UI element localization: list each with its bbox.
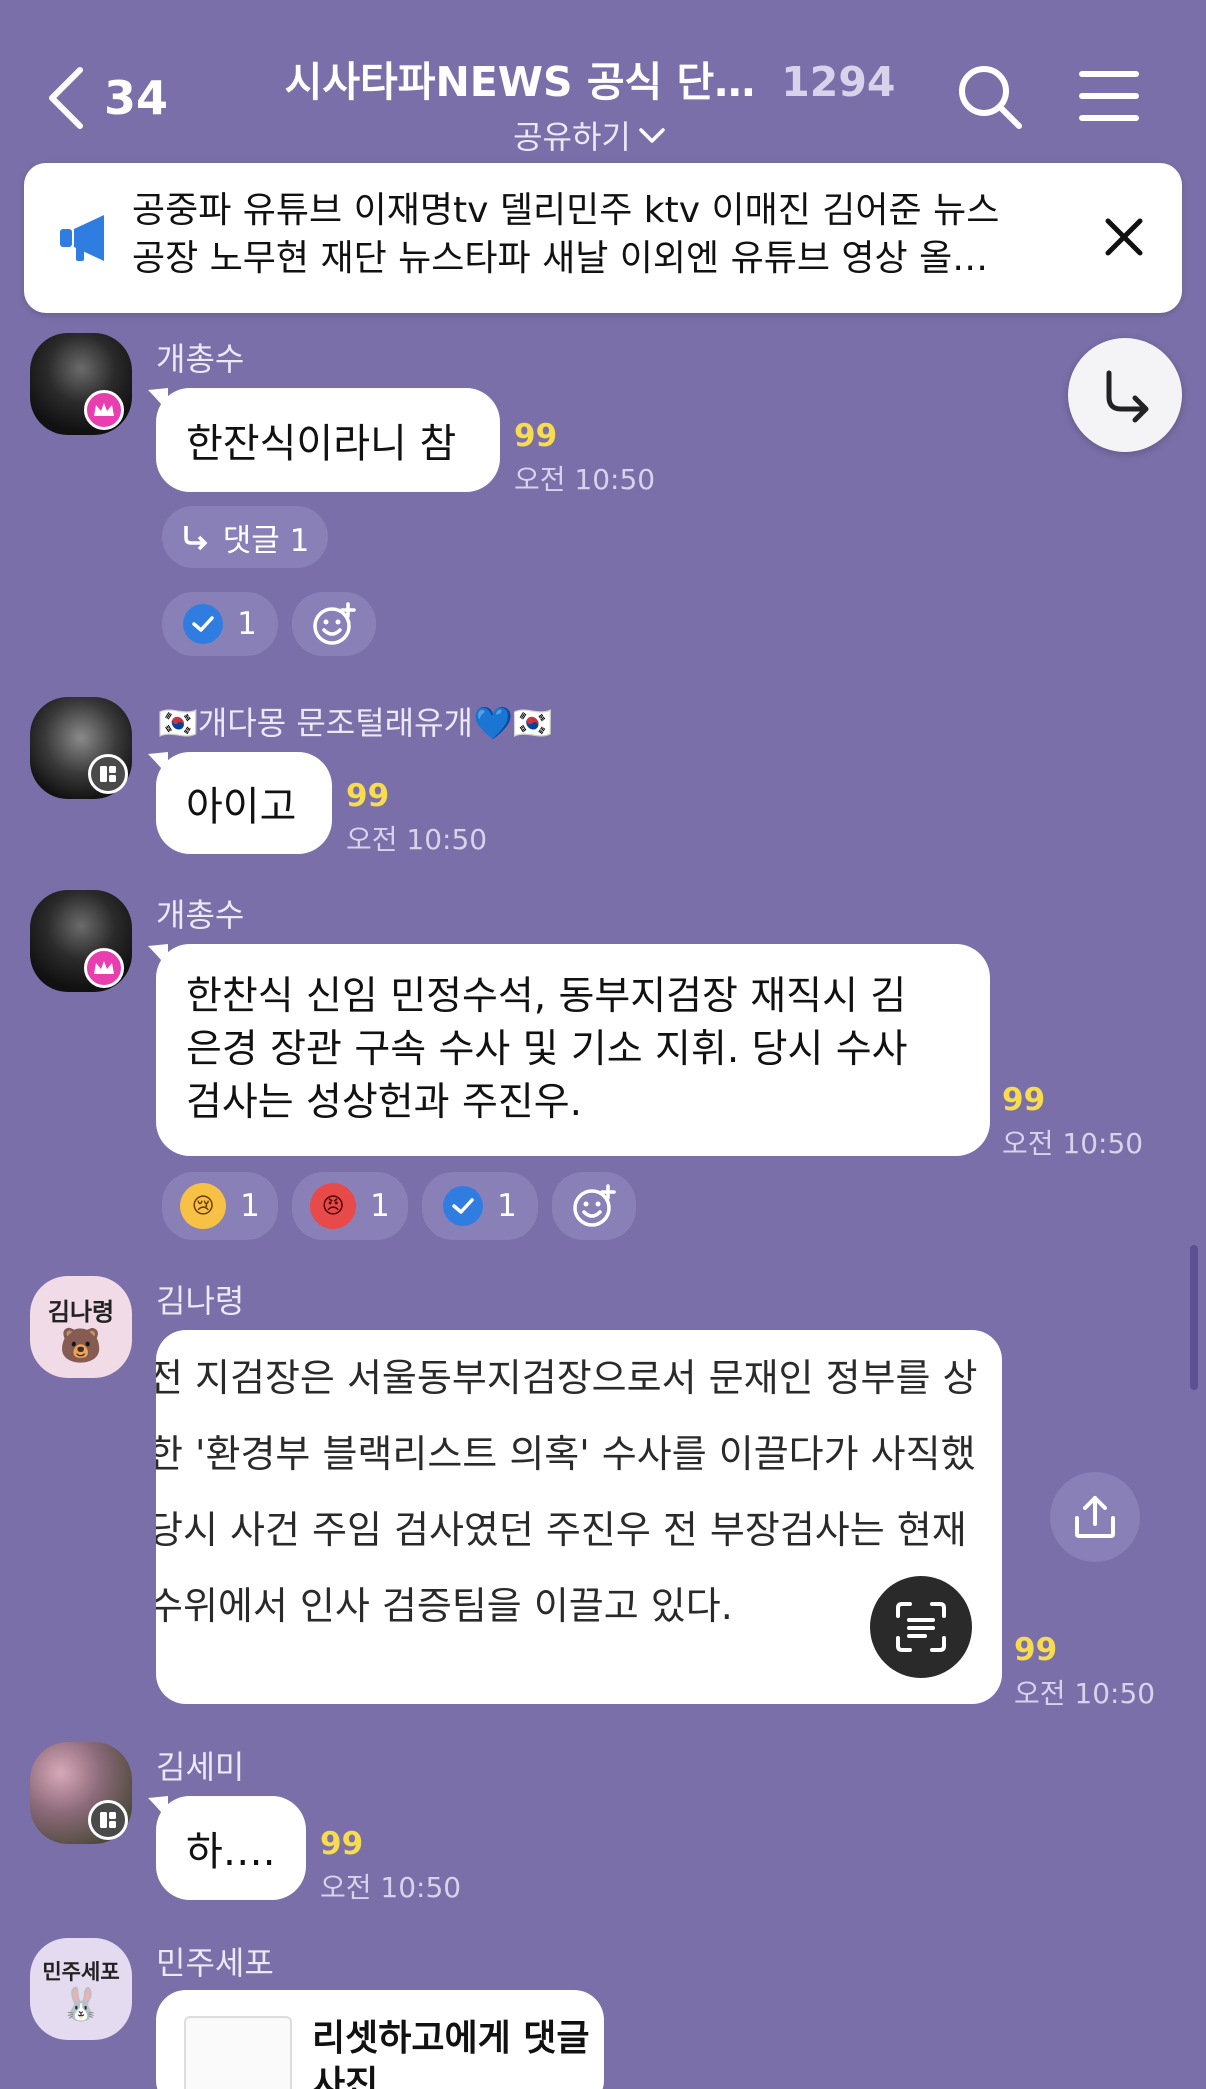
reaction-chip[interactable]: 1 xyxy=(422,1172,538,1240)
reply-arrow-icon xyxy=(183,526,208,551)
sender-name: 개총수 xyxy=(156,340,245,378)
reaction-count: 1 xyxy=(497,1188,517,1224)
message-line-3: 검사는 성상헌과 주진우. xyxy=(186,1080,582,1125)
notice-banner[interactable]: 공중파 유튜브 이재명tv 델리민주 ktv 이매진 김어준 뉴스 공장 노무현… xyxy=(24,163,1182,313)
avatar[interactable]: 김나령 🐻 xyxy=(30,1276,132,1378)
check-icon xyxy=(183,604,224,644)
reply-thread-button[interactable]: 댓글 1 xyxy=(162,506,328,568)
unread-count: 99 xyxy=(1002,1082,1046,1118)
message-text: 하…. xyxy=(186,1829,276,1875)
message-bubble[interactable]: 한잔식이라니 참 xyxy=(156,388,500,492)
member-count: 1294 xyxy=(781,58,896,106)
message-bubble[interactable]: 아이고 xyxy=(156,752,332,854)
crown-icon xyxy=(94,961,114,974)
chevron-down-icon xyxy=(639,128,665,143)
reaction-count: 1 xyxy=(237,606,257,642)
notice-text: 공중파 유튜브 이재명tv 델리민주 ktv 이매진 김어준 뉴스 공장 노무현… xyxy=(132,187,1102,283)
board-icon xyxy=(100,1812,116,1828)
close-icon[interactable] xyxy=(1102,215,1146,259)
text-scan-button[interactable] xyxy=(870,1576,972,1678)
unread-count: 99 xyxy=(320,1826,364,1862)
message-time: 오전 10:50 xyxy=(346,823,488,856)
reaction-chip[interactable]: 😢 1 xyxy=(162,1172,278,1240)
notice-line-1: 공중파 유튜브 이재명tv 델리민주 ktv 이매진 김어준 뉴스 xyxy=(132,190,1000,231)
board-icon xyxy=(100,766,116,782)
avatar-text: 민주세포 xyxy=(42,1960,120,1984)
card-title: 리셋하고에게 댓글 사진 xyxy=(312,2018,590,2089)
add-reaction-button[interactable] xyxy=(552,1172,636,1240)
message-text: 아이고 xyxy=(186,784,297,830)
text-scan-icon xyxy=(896,1602,946,1652)
search-icon[interactable] xyxy=(955,62,1025,132)
reply-count-label: 댓글 1 xyxy=(222,522,310,559)
sender-name: 김세미 xyxy=(156,1748,245,1786)
angry-face-icon: 😠 xyxy=(310,1183,357,1229)
avatar-text: 김나령 xyxy=(47,1298,115,1326)
unread-count: 99 xyxy=(514,418,558,454)
chat-title-area[interactable]: 시사타파NEWS 공식 단… 1294 공유하기 xyxy=(270,48,910,156)
message-time: 오전 10:50 xyxy=(514,463,656,496)
host-crown-badge xyxy=(84,948,124,988)
menu-icon[interactable] xyxy=(1078,66,1140,126)
sender-name: 민주세포 xyxy=(156,1944,274,1982)
message-text: 한잔식이라니 참 xyxy=(186,421,457,467)
crown-icon xyxy=(94,403,114,416)
profile-badge xyxy=(88,1800,128,1840)
scrollbar[interactable] xyxy=(1190,1245,1198,1390)
share-icon xyxy=(1075,1496,1115,1538)
unread-room-count: 34 xyxy=(104,71,169,125)
image-line-1: 전 지검장은 서울동부지검장으로서 문재인 정부를 상 xyxy=(156,1356,978,1400)
image-line-3: 당시 사건 주임 검사였던 주진우 전 부장검사는 현재 xyxy=(156,1508,967,1552)
unread-count: 99 xyxy=(1014,1632,1058,1668)
share-image-button[interactable] xyxy=(1050,1472,1140,1562)
check-icon xyxy=(443,1186,484,1226)
unread-count: 99 xyxy=(346,778,390,814)
message-bubble[interactable]: 한찬식 신임 민정수석, 동부지검장 재직시 김 은경 장관 구속 수사 및 기… xyxy=(156,944,990,1156)
reply-arrow-icon xyxy=(1106,370,1149,423)
card-thumbnail xyxy=(184,2016,292,2089)
message-line-2: 은경 장관 구속 수사 및 기소 지휘. 당시 수사 xyxy=(186,1027,908,1072)
ryan-character-icon: 🐻 xyxy=(59,1326,103,1366)
room-title: 시사타파NEWS 공식 단… xyxy=(284,58,756,106)
message-bubble[interactable]: 하…. xyxy=(156,1796,306,1900)
chevron-left-icon xyxy=(49,67,83,129)
message-time: 오전 10:50 xyxy=(1014,1677,1156,1710)
image-line-2: 한 '환경부 블랙리스트 의혹' 수사를 이끌다가 사직했 xyxy=(156,1432,976,1476)
profile-badge xyxy=(88,754,128,794)
add-reaction-button[interactable] xyxy=(292,592,376,656)
message-time: 오전 10:50 xyxy=(320,1871,462,1904)
reaction-chip[interactable]: 😠 1 xyxy=(292,1172,408,1240)
reaction-chip[interactable]: 1 xyxy=(162,592,278,656)
back-button[interactable]: 34 xyxy=(44,58,194,138)
reply-floating-button[interactable] xyxy=(1068,338,1182,452)
add-emoji-icon xyxy=(573,1184,616,1227)
add-emoji-icon xyxy=(313,602,356,645)
message-time: 오전 10:50 xyxy=(1002,1127,1144,1160)
avatar[interactable]: 민주세포 🐰 xyxy=(30,1938,132,2040)
notice-line-2: 공장 노무현 재단 뉴스타파 새날 이외엔 유튜브 영상 올… xyxy=(132,238,989,279)
reaction-count: 1 xyxy=(240,1188,260,1224)
image-text: 전 지검장은 서울동부지검장으로서 문재인 정부를 상 한 '환경부 블랙리스트… xyxy=(156,1340,1002,1644)
link-card-message[interactable]: 리셋하고에게 댓글 사진 xyxy=(156,1990,604,2089)
crying-face-icon: 😢 xyxy=(180,1183,227,1229)
share-label: 공유하기 xyxy=(513,118,631,156)
sender-name: 개총수 xyxy=(156,896,245,934)
sender-name: 🇰🇷개다몽 문조털래유개💙🇰🇷 xyxy=(158,704,553,742)
reaction-count: 1 xyxy=(370,1188,390,1224)
share-button[interactable]: 공유하기 xyxy=(270,112,910,158)
host-crown-badge xyxy=(84,390,124,430)
character-icon: 🐰 xyxy=(61,1985,101,2023)
sender-name: 김나령 xyxy=(156,1282,245,1320)
megaphone-icon xyxy=(60,215,104,261)
message-line-1: 한찬식 신임 민정수석, 동부지검장 재직시 김 xyxy=(186,974,907,1019)
